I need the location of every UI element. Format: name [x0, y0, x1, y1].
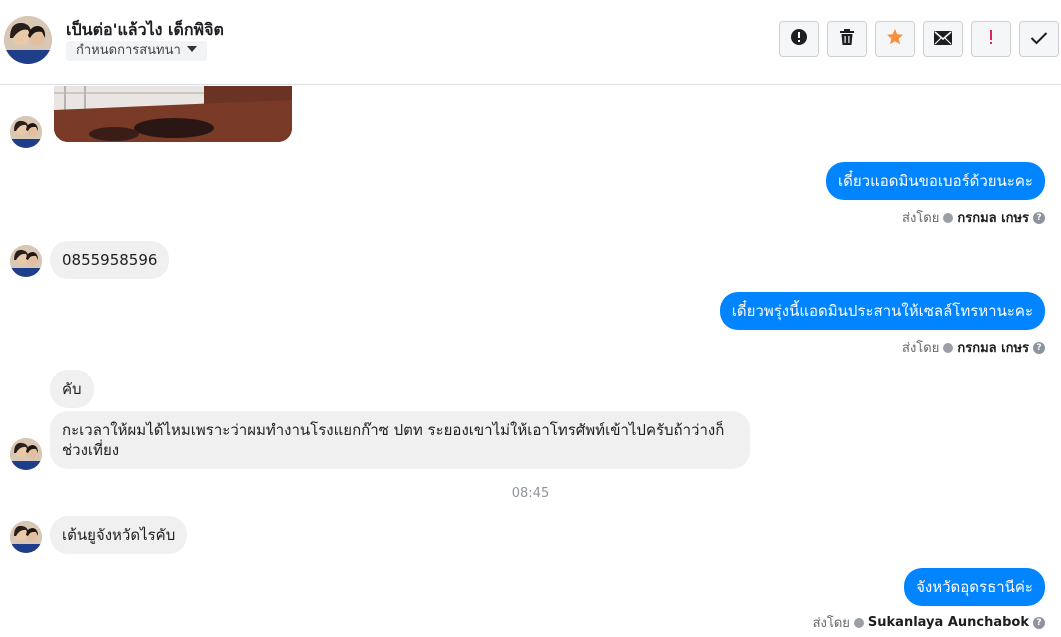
contact-name: เป็นต่อ'แล้วไง เด็กพิจิต — [66, 20, 224, 39]
mark-spam-button[interactable] — [779, 21, 819, 57]
help-icon[interactable]: ? — [1033, 211, 1045, 224]
check-circle-icon — [853, 617, 864, 628]
sent-by-label: ส่งโดย — [902, 341, 940, 356]
star-button[interactable] — [875, 21, 915, 57]
caret-down-icon — [186, 46, 197, 52]
alert-circle-icon — [790, 28, 808, 50]
sent-by-label: ส่งโดย — [812, 616, 850, 631]
photo-attachment[interactable] — [54, 86, 292, 142]
mark-done-button[interactable] — [1019, 21, 1059, 57]
outgoing-message[interactable]: จังหวัดอุดรธานีค่ะ — [904, 568, 1045, 606]
sender-avatar[interactable] — [10, 116, 42, 148]
help-icon[interactable]: ? — [1033, 616, 1045, 629]
exclamation-icon — [988, 29, 994, 49]
incoming-message[interactable]: 0855958596 — [50, 241, 170, 279]
sender-avatar[interactable] — [10, 438, 42, 470]
trash-icon — [839, 28, 855, 50]
sent-by-line: ส่งโดย กรกมล เกษร ? — [902, 207, 1045, 228]
sent-by-line: ส่งโดย Sukanlaya Aunchabok ? — [813, 612, 1045, 633]
assign-label: กำหนดการสนทนา — [76, 43, 181, 58]
outgoing-message[interactable]: เดี๋ยวแอดมินขอเบอร์ด้วยนะคะ — [826, 162, 1045, 200]
incoming-message[interactable]: กะเวลาให้ผมได้ไหมเพราะว่าผมทำงานโรงแยกก๊… — [50, 411, 750, 469]
star-icon — [886, 28, 904, 50]
mark-unread-button[interactable] — [923, 21, 963, 57]
conversation-header: เป็นต่อ'แล้วไง เด็กพิจิต กำหนดการสนทนา — [0, 0, 1061, 85]
sender-avatar[interactable] — [10, 245, 42, 277]
envelope-icon — [934, 30, 952, 49]
outgoing-message[interactable]: เดี๋ยวพรุ่งนี้แอดมินประสานให้เซลล์โทรหาน… — [719, 292, 1045, 330]
assign-conversation-dropdown[interactable]: กำหนดการสนทนา — [66, 41, 207, 61]
sent-by-label: ส่งโดย — [902, 211, 940, 226]
incoming-message[interactable]: เต้นยูจังหวัดไรคับ — [50, 516, 188, 554]
mark-important-button[interactable] — [971, 21, 1011, 57]
delete-button[interactable] — [827, 21, 867, 57]
sender-name[interactable]: Sukanlaya Aunchabok — [868, 615, 1029, 630]
check-circle-icon — [943, 212, 954, 223]
contact-avatar[interactable] — [4, 16, 52, 64]
sent-by-line: ส่งโดย กรกมล เกษร ? — [902, 337, 1045, 358]
help-icon[interactable]: ? — [1033, 341, 1045, 354]
sender-name[interactable]: กรกมล เกษร — [957, 207, 1029, 228]
check-icon — [1030, 30, 1048, 49]
incoming-message[interactable]: คับ — [50, 370, 94, 408]
message-timestamp: 08:45 — [511, 486, 550, 501]
sender-avatar[interactable] — [10, 521, 42, 553]
sender-name[interactable]: กรกมล เกษร — [957, 337, 1029, 358]
check-circle-icon — [943, 342, 954, 353]
message-thread[interactable]: เดี๋ยวแอดมินขอเบอร์ด้วยนะคะ ส่งโดย กรกมล… — [0, 86, 1061, 637]
